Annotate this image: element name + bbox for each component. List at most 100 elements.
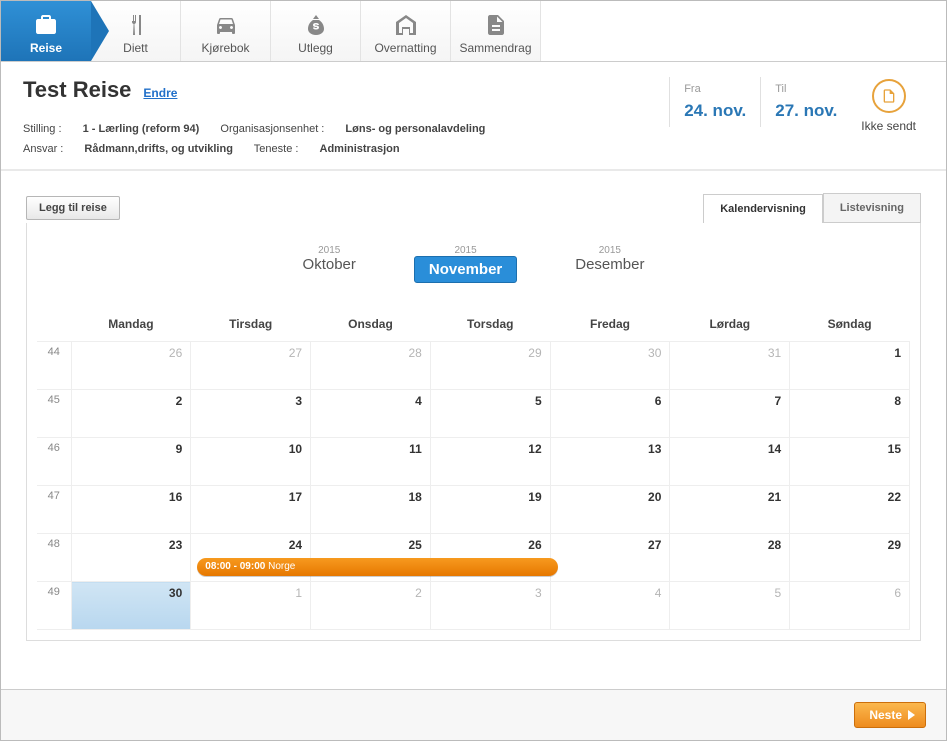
toolbar: Legg til reise Kalendervisning Listevisn… xyxy=(1,171,946,223)
calendar-day[interactable]: 6 xyxy=(790,582,910,630)
calendar-day[interactable]: 4 xyxy=(311,390,431,438)
calendar-day[interactable]: 27 xyxy=(191,342,311,390)
calendar-day[interactable]: 2 xyxy=(311,582,431,630)
calendar-day[interactable]: 28 xyxy=(311,342,431,390)
status-text: Ikke sendt xyxy=(861,119,916,133)
month-oktober[interactable]: 2015Oktober xyxy=(289,241,370,287)
calendar-day[interactable]: 21 xyxy=(670,486,790,534)
day-number: 3 xyxy=(295,394,302,408)
calendar-day[interactable]: 20 xyxy=(550,486,670,534)
week-number: 49 xyxy=(37,582,71,630)
day-header: Mandag xyxy=(71,307,191,342)
day-header: Tirsdag xyxy=(191,307,311,342)
day-header: Onsdag xyxy=(311,307,431,342)
week-col-header xyxy=(37,307,71,342)
day-number: 18 xyxy=(408,490,421,504)
page-title: Test Reise xyxy=(23,77,131,103)
calendar-day[interactable]: 2 xyxy=(71,390,191,438)
status-icon xyxy=(872,79,906,113)
plate-icon xyxy=(122,9,150,41)
calendar-day[interactable]: 30 xyxy=(71,582,191,630)
month-desember[interactable]: 2015Desember xyxy=(561,241,658,287)
month-year: 2015 xyxy=(303,245,356,256)
date-from: Fra 24. nov. xyxy=(669,77,750,127)
calendar-day[interactable]: 27 xyxy=(550,534,670,582)
calendar-day[interactable]: 7 xyxy=(670,390,790,438)
day-number: 5 xyxy=(535,394,542,408)
calendar-day[interactable]: 11 xyxy=(311,438,431,486)
day-number: 23 xyxy=(169,538,182,552)
add-trip-button[interactable]: Legg til reise xyxy=(26,196,120,220)
calendar-day[interactable]: 29 xyxy=(430,342,550,390)
calendar-day[interactable]: 9 xyxy=(71,438,191,486)
tab-calendar-view[interactable]: Kalendervisning xyxy=(703,194,823,223)
calendar-day[interactable]: 30 xyxy=(550,342,670,390)
calendar-event[interactable]: 08:00 - 09:00 Norge xyxy=(197,558,557,576)
nav-tab-reise[interactable]: Reise xyxy=(1,1,91,61)
day-number: 29 xyxy=(528,346,541,360)
top-nav: ReiseDiettKjørebokUtleggOvernattingSamme… xyxy=(1,1,946,62)
tab-list-view[interactable]: Listevisning xyxy=(823,193,921,222)
day-number: 31 xyxy=(768,346,781,360)
nav-tab-label: Kjørebok xyxy=(201,41,249,55)
day-number: 22 xyxy=(888,490,901,504)
day-number: 11 xyxy=(409,442,422,456)
day-header: Torsdag xyxy=(430,307,550,342)
calendar-day[interactable]: 19 xyxy=(430,486,550,534)
from-label: Fra xyxy=(684,83,746,95)
calendar-day[interactable]: 18 xyxy=(311,486,431,534)
calendar-day[interactable]: 29 xyxy=(790,534,910,582)
month-year: 2015 xyxy=(414,245,517,256)
calendar-day[interactable]: 1 xyxy=(790,342,910,390)
calendar-day[interactable]: 23 xyxy=(71,534,191,582)
event-text: Norge xyxy=(268,561,295,572)
to-label: Til xyxy=(775,83,837,95)
calendar-day[interactable]: 17 xyxy=(191,486,311,534)
calendar-day[interactable]: 4 xyxy=(550,582,670,630)
calendar-day[interactable]: 12 xyxy=(430,438,550,486)
month-november[interactable]: 2015November xyxy=(400,241,531,287)
calendar-day[interactable]: 1 xyxy=(191,582,311,630)
calendar-day[interactable]: 14 xyxy=(670,438,790,486)
day-number: 6 xyxy=(655,394,662,408)
calendar-day[interactable]: 28 xyxy=(670,534,790,582)
edit-link[interactable]: Endre xyxy=(143,86,177,100)
calendar-day[interactable]: 22 xyxy=(790,486,910,534)
day-number: 29 xyxy=(888,538,901,552)
calendar-day[interactable]: 8 xyxy=(790,390,910,438)
calendar-day[interactable]: 10 xyxy=(191,438,311,486)
day-number: 30 xyxy=(648,346,661,360)
calendar-day[interactable]: 5 xyxy=(670,582,790,630)
month-name: November xyxy=(414,256,517,283)
status-block: Ikke sendt xyxy=(851,77,926,135)
week-number: 45 xyxy=(37,390,71,438)
nav-tab-overnatting[interactable]: Overnatting xyxy=(361,1,451,61)
calendar-day[interactable]: 16 xyxy=(71,486,191,534)
next-button[interactable]: Neste xyxy=(854,702,926,728)
nav-tab-label: Utlegg xyxy=(298,41,333,55)
calendar-day[interactable]: 13 xyxy=(550,438,670,486)
nav-tab-utlegg[interactable]: Utlegg xyxy=(271,1,361,61)
day-number: 2 xyxy=(176,394,183,408)
calendar-day[interactable]: 2408:00 - 09:00 Norge xyxy=(191,534,311,582)
calendar-day[interactable]: 3 xyxy=(430,582,550,630)
header: Test Reise Endre Stilling : 1 - Lærling … xyxy=(1,62,946,171)
stilling-value: 1 - Lærling (reform 94) xyxy=(83,123,200,135)
day-number: 15 xyxy=(888,442,901,456)
day-number: 9 xyxy=(176,442,183,456)
day-number: 5 xyxy=(775,586,782,600)
calendar-day[interactable]: 15 xyxy=(790,438,910,486)
moneybag-icon xyxy=(302,9,330,41)
calendar-day[interactable]: 31 xyxy=(670,342,790,390)
hotel-icon xyxy=(392,9,420,41)
teneste-value: Administrasjon xyxy=(320,143,400,155)
nav-tab-sammendrag[interactable]: Sammendrag xyxy=(451,1,541,61)
date-to: Til 27. nov. xyxy=(760,77,841,127)
calendar-day[interactable]: 26 xyxy=(71,342,191,390)
calendar-day[interactable]: 3 xyxy=(191,390,311,438)
calendar-day[interactable]: 5 xyxy=(430,390,550,438)
nav-tab-kjørebok[interactable]: Kjørebok xyxy=(181,1,271,61)
day-number: 1 xyxy=(894,346,901,360)
calendar-day[interactable]: 6 xyxy=(550,390,670,438)
from-date: 24. nov. xyxy=(684,101,746,121)
